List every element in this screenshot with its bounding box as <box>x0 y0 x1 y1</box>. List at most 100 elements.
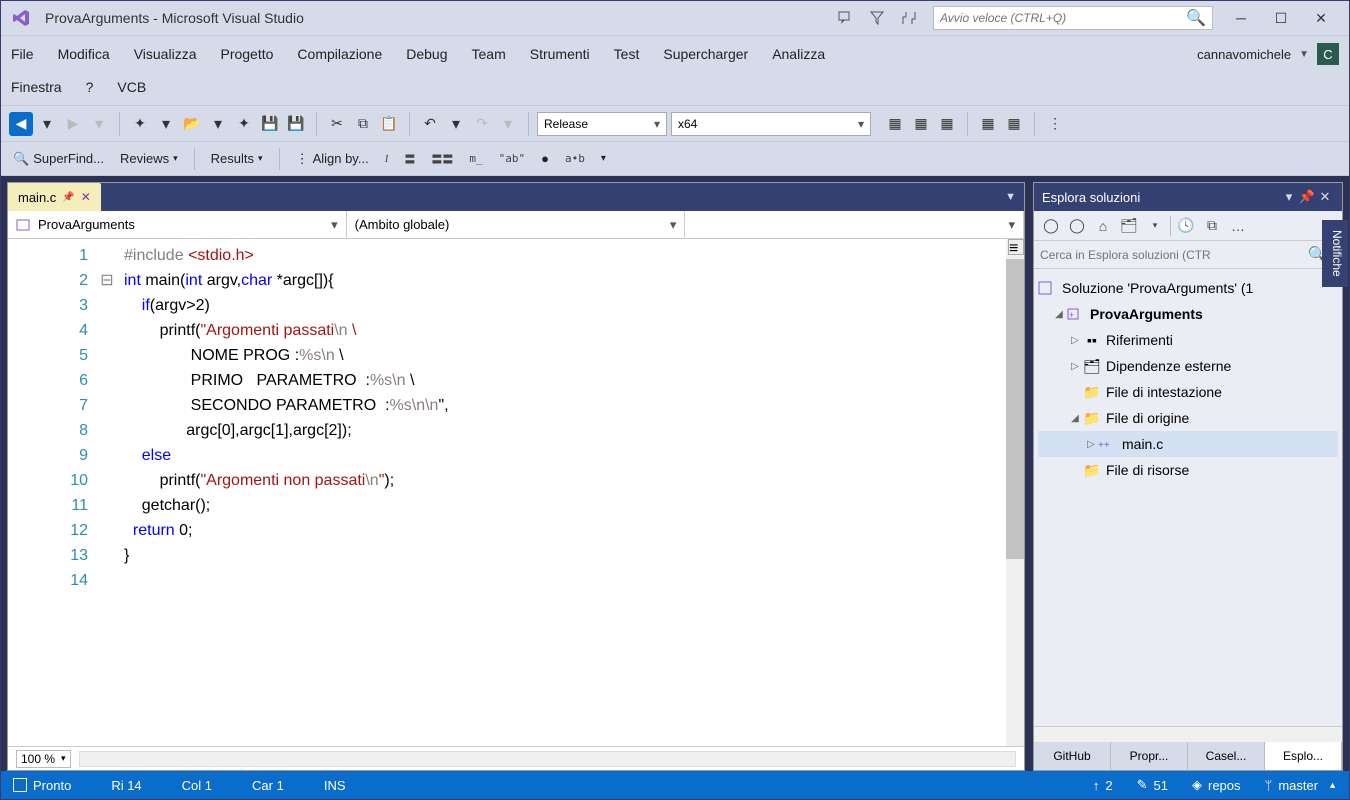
feedback-icon[interactable] <box>833 6 857 30</box>
tree-sources-node[interactable]: ◢ 📁 File di origine <box>1038 405 1338 431</box>
cut-icon[interactable]: ✂ <box>325 112 349 136</box>
user-avatar[interactable]: C <box>1317 43 1339 65</box>
results-button[interactable]: Results▾ <box>207 147 267 171</box>
quick-launch-input[interactable]: 🔍 <box>933 6 1213 30</box>
tab-github[interactable]: GitHub <box>1034 742 1111 770</box>
redo-icon[interactable]: ↷ <box>470 112 494 136</box>
menu-finestra[interactable]: Finestra <box>11 75 62 99</box>
tree-resources-node[interactable]: 📁 File di risorse <box>1038 457 1338 483</box>
scrollbar-thumb[interactable] <box>1006 259 1024 559</box>
zoom-combo[interactable]: 100 % ▾ <box>16 750 71 768</box>
menu-strumenti[interactable]: Strumenti <box>530 42 590 66</box>
fold-column[interactable]: ⊟ <box>98 239 116 746</box>
solution-explorer-search[interactable]: 🔍 ▾ <box>1034 241 1342 269</box>
superfind-button[interactable]: 🔍SuperFind... <box>9 147 108 171</box>
tree-external-deps-node[interactable]: ▷ 🗂 Dipendenze esterne <box>1038 353 1338 379</box>
se-refresh-icon[interactable]: 🕓 <box>1175 215 1197 237</box>
new-project-icon[interactable]: ✦ <box>128 112 152 136</box>
expand-icon[interactable]: ▷ <box>1068 335 1082 346</box>
pin-icon[interactable]: 📌 <box>62 192 74 203</box>
filter-icon[interactable] <box>865 6 889 30</box>
undo-icon[interactable]: ↶ <box>418 112 442 136</box>
alignby-button[interactable]: ⋮Align by... <box>292 147 373 171</box>
status-push[interactable]: ↑2 <box>1093 778 1113 793</box>
se-more-icon[interactable]: … <box>1227 215 1249 237</box>
tab-overflow-caret-icon[interactable]: ▼ <box>1005 191 1016 203</box>
expand-icon[interactable]: ▷ <box>1084 439 1098 450</box>
save-all-icon[interactable]: 💾 <box>284 112 308 136</box>
se-back-icon[interactable]: ◯ <box>1040 215 1062 237</box>
config-combo[interactable]: Release ▾ <box>537 112 667 136</box>
platform-combo[interactable]: x64 ▾ <box>671 112 871 136</box>
se-home-icon[interactable]: ⌂ <box>1092 215 1114 237</box>
expand-icon[interactable]: ▷ <box>1068 361 1082 372</box>
se-sync-caret-icon[interactable]: ▾ <box>1144 215 1166 237</box>
nav-scope-combo[interactable]: (Ambito globale) ▾ <box>347 211 686 238</box>
minimize-button[interactable]: ─ <box>1221 3 1261 33</box>
code-text[interactable]: #include <stdio.h>int main(int argv,char… <box>116 239 1006 746</box>
menu-analizza[interactable]: Analizza <box>772 42 825 66</box>
new-item-icon[interactable]: ✦ <box>232 112 256 136</box>
panel-close-icon[interactable]: ✕ <box>1316 189 1334 205</box>
tab-properties[interactable]: Propr... <box>1111 742 1188 770</box>
collapse-icon[interactable]: ◢ <box>1052 309 1066 320</box>
new-project-caret-icon[interactable]: ▾ <box>154 112 178 136</box>
open-file-caret-icon[interactable]: ▾ <box>206 112 230 136</box>
panel-pin-icon[interactable]: 📌 <box>1298 189 1316 205</box>
grid5-icon[interactable]: ▦ <box>1002 112 1026 136</box>
se-forward-icon[interactable]: ◯ <box>1066 215 1088 237</box>
reviews-button[interactable]: Reviews▾ <box>116 147 182 171</box>
dotb-icon[interactable]: a•b <box>561 147 589 171</box>
toolbar-overflow-icon[interactable]: ▾ <box>597 147 610 171</box>
menu-team[interactable]: Team <box>472 42 506 66</box>
save-icon[interactable]: 💾 <box>258 112 282 136</box>
grid2-icon[interactable]: ▦ <box>909 112 933 136</box>
search-icon[interactable]: 🔍 <box>1186 8 1206 28</box>
menu-visualizza[interactable]: Visualizza <box>134 42 197 66</box>
status-repo[interactable]: ◈repos <box>1192 777 1241 793</box>
tab-main-c[interactable]: main.c 📌 ✕ <box>8 183 101 211</box>
tree-solution-node[interactable]: Soluzione 'ProvaArguments' (1 <box>1038 275 1338 301</box>
menu-test[interactable]: Test <box>614 42 640 66</box>
tree-project-node[interactable]: ◢ + ProvaArguments <box>1038 301 1338 327</box>
user-caret-icon[interactable]: ▼ <box>1299 49 1309 60</box>
nav-project-combo[interactable]: ProvaArguments ▾ <box>8 211 347 238</box>
menu-vcb[interactable]: VCB <box>117 75 146 99</box>
se-showall-icon[interactable]: ⧉ <box>1201 215 1223 237</box>
user-name[interactable]: cannavomichele <box>1197 47 1291 62</box>
close-button[interactable]: ✕ <box>1301 3 1341 33</box>
tree-references-node[interactable]: ▷ ▪▪ Riferimenti <box>1038 327 1338 353</box>
tree-headers-node[interactable]: 📁 File di intestazione <box>1038 379 1338 405</box>
menu-modifica[interactable]: Modifica <box>58 42 110 66</box>
open-file-icon[interactable]: 📂 <box>180 112 204 136</box>
grid4-icon[interactable]: ▦ <box>976 112 1000 136</box>
tab-solution-explorer[interactable]: Esplo... <box>1265 742 1342 770</box>
close-tab-icon[interactable]: ✕ <box>81 190 91 204</box>
grid-icon[interactable]: ▦ <box>883 112 907 136</box>
italic-icon[interactable]: I <box>381 147 393 171</box>
status-pending[interactable]: ✎51 <box>1137 777 1168 793</box>
undo-caret-icon[interactable]: ▾ <box>444 112 468 136</box>
quote-icon[interactable]: "ab" <box>495 147 530 171</box>
dots-icon[interactable]: ⋮ <box>1043 112 1067 136</box>
status-branch[interactable]: ᛘmaster▲ <box>1265 778 1337 793</box>
underscore-icon[interactable]: m_ <box>465 147 486 171</box>
notifications-icon[interactable] <box>897 6 921 30</box>
split-handle-icon[interactable]: ≡ <box>1008 239 1024 255</box>
horizontal-scrollbar[interactable] <box>79 751 1016 767</box>
dot-icon[interactable]: ● <box>537 147 553 171</box>
quick-launch-field[interactable] <box>940 11 1186 25</box>
paste-icon[interactable]: 📋 <box>377 112 401 136</box>
back-caret-icon[interactable]: ▾ <box>35 112 59 136</box>
panel-menu-caret-icon[interactable]: ▾ <box>1280 189 1298 205</box>
nav-member-combo[interactable]: ▾ <box>685 211 1024 238</box>
horizontal-scrollbar[interactable] <box>1034 726 1342 742</box>
se-sync-icon[interactable]: 🗂 <box>1118 215 1140 237</box>
copy-icon[interactable]: ⧉ <box>351 112 375 136</box>
menu-progetto[interactable]: Progetto <box>220 42 273 66</box>
maximize-button[interactable]: ☐ <box>1261 3 1301 33</box>
code-editor[interactable]: 1234567891011121314 ⊟ #include <stdio.h>… <box>8 239 1024 746</box>
vertical-scrollbar[interactable]: ≡ <box>1006 239 1024 746</box>
tab-toolbox[interactable]: Casel... <box>1188 742 1265 770</box>
collapse-icon[interactable]: ◢ <box>1068 413 1082 424</box>
